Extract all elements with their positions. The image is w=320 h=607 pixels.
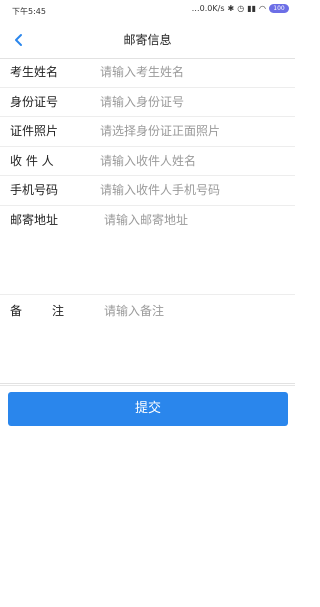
field-label: 身份证号	[10, 94, 59, 109]
field-id-number[interactable]: 身份证号 请输入身份证号	[0, 88, 295, 117]
field-id-photo[interactable]: 证件照片 请选择身份证正面照片	[0, 117, 295, 147]
field-candidate-name[interactable]: 考生姓名 请输入考生姓名	[0, 58, 295, 88]
phone-input[interactable]: 请输入收件人手机号码	[100, 176, 220, 204]
page-title: 邮寄信息	[123, 33, 172, 47]
submit-button[interactable]: 提交	[8, 392, 288, 426]
bluetooth-icon: ✱	[227, 4, 235, 13]
wifi-icon: ◠	[259, 4, 266, 13]
candidate-name-input[interactable]: 请输入考生姓名	[100, 58, 184, 86]
field-label: 收 件 人	[10, 153, 54, 168]
battery-icon: 100	[269, 4, 289, 13]
field-label: 证件照片	[10, 124, 59, 138]
field-recipient[interactable]: 收 件 人 请输入收件人姓名	[0, 147, 295, 176]
submit-area: 提交	[0, 385, 295, 607]
status-icons: …0.0K/s ✱ ◷ ▮▮ ◠ 100	[192, 4, 289, 13]
signal-icon: ▮▮	[247, 4, 257, 13]
field-label: 考生姓名	[10, 65, 59, 79]
field-phone[interactable]: 手机号码 请输入收件人手机号码	[0, 176, 295, 206]
field-note[interactable]: 备 注 请输入备注	[0, 295, 295, 384]
field-label: 备 注	[10, 303, 67, 318]
chevron-left-icon	[15, 34, 22, 46]
mailing-form: 考生姓名 请输入考生姓名 身份证号 请输入身份证号 证件照片 请选择身份证正面照…	[0, 58, 295, 384]
status-bar: 下午5:45 …0.0K/s ✱ ◷ ▮▮ ◠ 100	[0, 0, 295, 22]
alarm-icon: ◷	[237, 4, 245, 13]
network-speed: …0.0K/s	[191, 4, 225, 13]
status-time: 下午5:45	[12, 7, 46, 16]
note-textarea[interactable]: 请输入备注	[104, 295, 164, 327]
id-photo-picker[interactable]: 请选择身份证正面照片	[100, 117, 220, 145]
id-number-input[interactable]: 请输入身份证号	[100, 88, 184, 116]
address-textarea[interactable]: 请输入邮寄地址	[104, 206, 188, 234]
back-button[interactable]	[8, 27, 30, 53]
field-label: 手机号码	[10, 183, 59, 197]
field-address[interactable]: 邮寄地址 请输入邮寄地址	[0, 206, 295, 295]
recipient-name-input[interactable]: 请输入收件人姓名	[100, 147, 196, 175]
nav-bar: 邮寄信息	[0, 22, 295, 59]
field-label: 邮寄地址	[10, 212, 59, 227]
